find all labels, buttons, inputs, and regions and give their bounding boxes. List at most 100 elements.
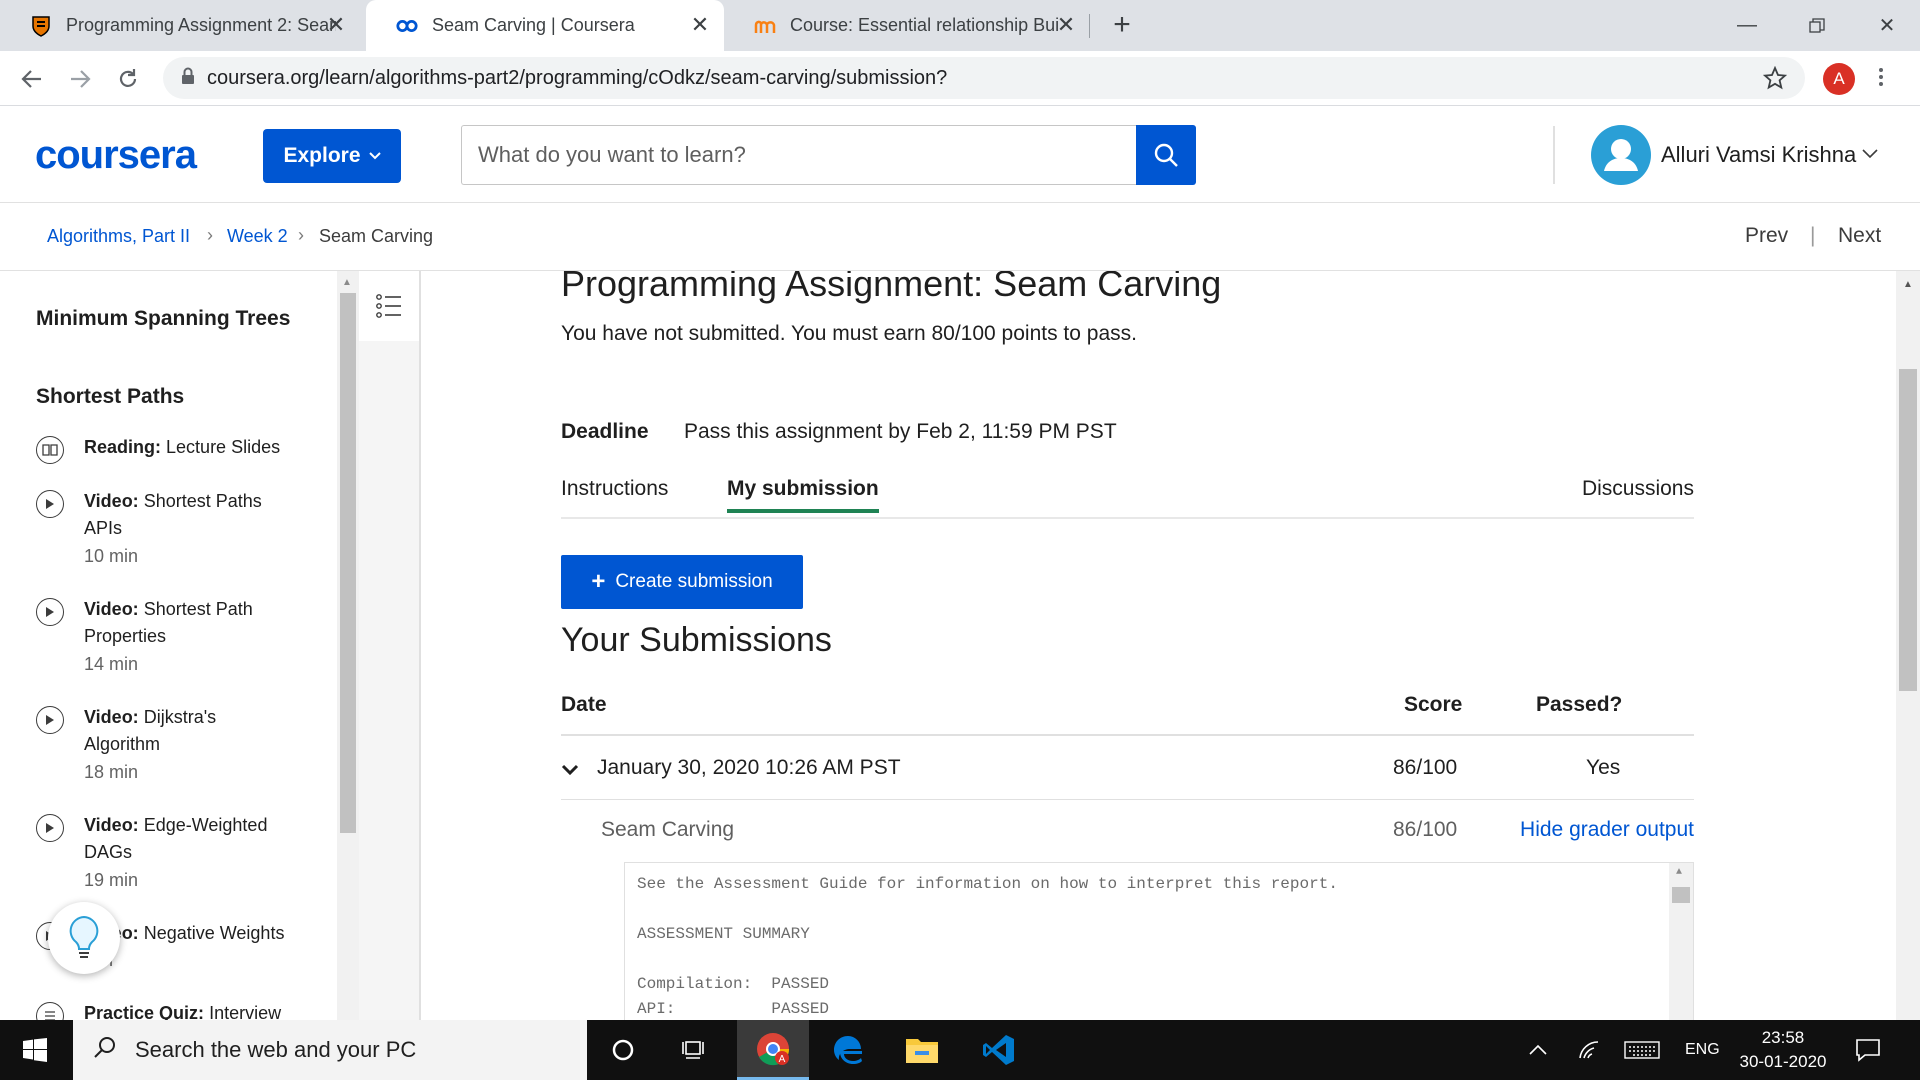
sidebar-scrollbar[interactable]: ▲ [337, 271, 359, 1020]
chevron-down-icon[interactable] [561, 758, 579, 782]
breadcrumb-course[interactable]: Algorithms, Part II [47, 226, 190, 247]
task-view-button[interactable] [659, 1020, 731, 1080]
browser-profile-avatar[interactable]: A [1823, 63, 1855, 95]
plus-icon: + [591, 568, 606, 595]
search-button[interactable] [1136, 125, 1196, 185]
cortana-button[interactable] [587, 1020, 659, 1080]
action-center-button[interactable] [1855, 1020, 1881, 1080]
toc-toggle-button[interactable] [359, 271, 419, 341]
close-icon[interactable]: ✕ [1054, 12, 1078, 37]
scroll-up-arrow-icon[interactable]: ▲ [1903, 279, 1913, 290]
taskbar-chrome[interactable]: A [737, 1020, 809, 1080]
taskbar-clock[interactable]: 23:58 30-01-2020 [1728, 1026, 1838, 1074]
wifi-icon [1579, 1041, 1599, 1059]
browser-menu-icon[interactable] [1876, 65, 1886, 93]
taskbar-vscode[interactable] [962, 1020, 1034, 1080]
page-title: Programming Assignment: Seam Carving [561, 271, 1222, 304]
scrollbar-thumb[interactable] [1899, 369, 1917, 691]
lightbulb-icon [69, 915, 99, 958]
list-icon [376, 294, 401, 318]
page-scrollbar[interactable]: ▲ [1896, 271, 1920, 1020]
windows-taskbar: Search the web and your PC A ENG 23:58 3… [0, 1020, 1920, 1080]
sidebar-item-label: Video: Shortest Paths APIs [84, 491, 262, 538]
taskbar-search-input[interactable]: Search the web and your PC [73, 1020, 587, 1080]
forward-button[interactable] [62, 61, 98, 97]
site-header: coursera Explore What do you want to lea… [0, 106, 1920, 203]
scroll-up-arrow-icon[interactable]: ▲ [342, 277, 352, 288]
coursera-logo[interactable]: coursera [35, 133, 197, 178]
task-view-icon [682, 1041, 704, 1059]
browser-tab-seam-carving[interactable]: Seam Carving | Coursera ✕ [366, 0, 724, 51]
tab-discussions[interactable]: Discussions [1582, 477, 1694, 501]
browser-tab-essential-relationship[interactable]: Course: Essential relationship Bui ✕ [724, 0, 1090, 51]
browser-toolbar: coursera.org/learn/algorithms-part2/prog… [0, 51, 1920, 106]
chevron-right-icon: › [298, 225, 304, 245]
sidebar-section-shortest-paths[interactable]: Shortest Paths [36, 382, 296, 412]
table-row[interactable]: January 30, 2020 10:26 AM PST 86/100 Yes [561, 736, 1694, 800]
edge-icon [834, 1036, 862, 1064]
reload-button[interactable] [110, 61, 146, 97]
column-score: Score [1404, 693, 1463, 716]
close-icon[interactable]: ✕ [688, 12, 712, 37]
header-divider [1553, 126, 1555, 184]
keyboard-icon [1624, 1041, 1660, 1059]
sidebar-item-label: Video: Edge-Weighted DAGs [84, 815, 268, 862]
wifi-button[interactable] [1578, 1020, 1602, 1080]
scrollbar-thumb[interactable] [340, 293, 356, 833]
search-input[interactable]: What do you want to learn? [461, 125, 1136, 185]
clock-time: 23:58 [1761, 1028, 1805, 1047]
grader-line: ASSESSMENT SUMMARY [637, 925, 810, 943]
explore-button[interactable]: Explore [263, 129, 401, 183]
browser-tab-strip: Programming Assignment 2: Seam ✕ Seam Ca… [0, 0, 1920, 51]
minimize-button[interactable]: — [1712, 0, 1782, 51]
new-tab-button[interactable]: + [1105, 8, 1139, 42]
sidebar-section-mst[interactable]: Minimum Spanning Trees [36, 304, 296, 334]
tab-instructions[interactable]: Instructions [561, 477, 668, 501]
hide-grader-output-link[interactable]: Hide grader output [1520, 818, 1694, 842]
taskbar-file-explorer[interactable] [886, 1020, 958, 1080]
sidebar-item-label: Video: Dijkstra's Algorithm [84, 707, 217, 754]
show-hidden-icons-button[interactable] [1528, 1020, 1548, 1080]
scrollbar-thumb[interactable] [1672, 887, 1690, 903]
tab-divider [1089, 14, 1090, 38]
next-link[interactable]: Next [1838, 224, 1881, 248]
start-button[interactable] [0, 1020, 70, 1080]
keyboard-button[interactable] [1624, 1020, 1660, 1080]
user-icon [1604, 139, 1638, 171]
sidebar-item-duration: 19 min [84, 870, 139, 890]
notification-icon [1856, 1039, 1880, 1062]
taskbar-edge[interactable] [812, 1020, 884, 1080]
play-icon [36, 706, 64, 734]
browser-tab-title: Course: Essential relationship Bui [790, 15, 1060, 35]
grader-output[interactable]: See the Assessment Guide for information… [624, 862, 1694, 1020]
back-button[interactable] [14, 61, 50, 97]
book-icon [36, 436, 64, 464]
restore-button[interactable] [1782, 0, 1852, 51]
breadcrumb-current: Seam Carving [319, 226, 434, 246]
course-sidebar: Minimum Spanning Trees Shortest Paths Re… [0, 271, 337, 1020]
create-submission-button[interactable]: + Create submission [561, 555, 803, 609]
breadcrumb-week[interactable]: Week 2 [227, 226, 288, 247]
search-icon [1154, 143, 1178, 167]
scroll-up-arrow-icon[interactable]: ▲ [1676, 867, 1682, 878]
user-avatar[interactable] [1591, 125, 1651, 185]
lightbulb-help-button[interactable] [48, 902, 120, 974]
prev-link[interactable]: Prev [1745, 224, 1788, 248]
main-content: Programming Assignment: Seam Carving You… [421, 271, 1896, 1020]
bookmark-star-icon[interactable] [1762, 65, 1788, 95]
windows-logo-icon [23, 1038, 47, 1062]
user-name[interactable]: Alluri Vamsi Krishna [1661, 142, 1856, 168]
table-row: Seam Carving 86/100 Hide grader output [601, 800, 1694, 862]
grader-scrollbar[interactable]: ▲ [1669, 863, 1693, 1020]
language-indicator[interactable]: ENG [1685, 1020, 1720, 1080]
close-window-button[interactable]: ✕ [1852, 0, 1920, 51]
submission-date: January 30, 2020 10:26 AM PST [597, 756, 901, 779]
part-name: Seam Carving [601, 818, 735, 841]
address-bar[interactable]: coursera.org/learn/algorithms-part2/prog… [163, 57, 1805, 99]
grader-line: API: PASSED [637, 1000, 830, 1018]
tab-my-submission[interactable]: My submission [727, 477, 879, 513]
browser-tab-programming-assignment[interactable]: Programming Assignment 2: Seam ✕ [0, 0, 360, 51]
sidebar-item-duration: 18 min [84, 762, 139, 782]
chevron-down-icon[interactable] [1862, 146, 1878, 164]
close-icon[interactable]: ✕ [324, 12, 348, 37]
